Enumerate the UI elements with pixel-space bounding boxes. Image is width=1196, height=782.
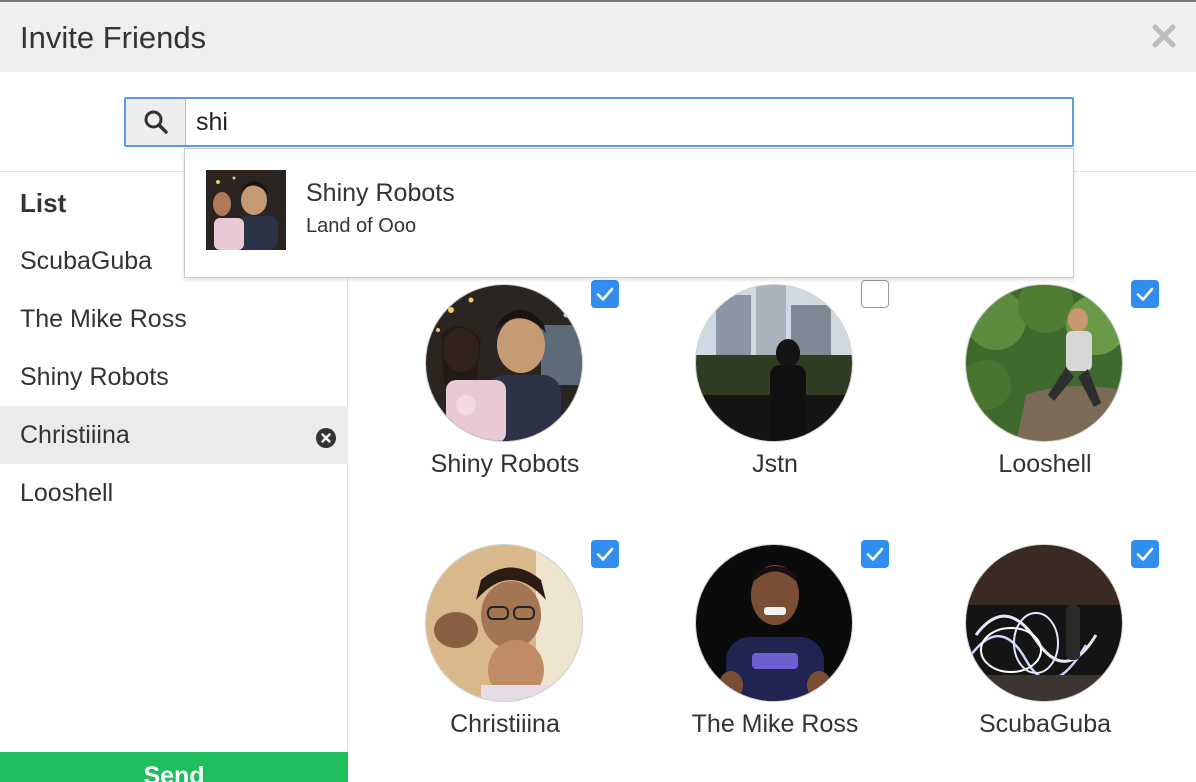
select-checkbox[interactable] (861, 540, 889, 568)
friend-name: ScubaGuba (978, 710, 1112, 738)
avatar (965, 544, 1123, 702)
avatar (695, 544, 853, 702)
list-item-label: Looshell (20, 478, 114, 507)
suggestion-item[interactable]: Shiny Robots Land of Ooo (185, 149, 1073, 277)
friend-name: The Mike Ross (691, 710, 859, 738)
list-heading: List (20, 188, 67, 218)
checkmark-icon (596, 547, 614, 561)
select-checkbox[interactable] (1131, 280, 1159, 308)
list-item-label: The Mike Ross (20, 304, 187, 333)
suggestion-thumbnail (206, 170, 286, 250)
list-item[interactable]: Shiny Robots (0, 348, 348, 406)
close-button[interactable] (1150, 22, 1178, 50)
search-box (124, 97, 1074, 147)
send-button[interactable]: Send (0, 752, 348, 782)
avatar (425, 284, 583, 442)
avatar (965, 284, 1123, 442)
checkmark-icon (1136, 287, 1154, 301)
suggestion-name: Shiny Robots (306, 179, 455, 207)
search-button[interactable] (126, 99, 186, 145)
select-checkbox[interactable] (861, 280, 889, 308)
checkmark-icon (866, 547, 884, 561)
select-checkbox[interactable] (591, 280, 619, 308)
close-icon (1152, 24, 1176, 48)
list-item-selected[interactable]: Christiiina (0, 406, 348, 464)
select-checkbox[interactable] (1131, 540, 1159, 568)
search-input[interactable] (186, 99, 1072, 145)
friend-name: Christiiina (450, 710, 560, 738)
select-checkbox[interactable] (591, 540, 619, 568)
list-item-label: Shiny Robots (20, 362, 169, 391)
dialog-title: Invite Friends (20, 20, 207, 55)
friend-name: Looshell (998, 450, 1092, 478)
friend-name: Jstn (752, 450, 798, 478)
list-item-label: ScubaGuba (20, 246, 153, 275)
suggestion-subtitle: Land of Ooo (306, 215, 417, 237)
remove-item-button[interactable] (316, 426, 336, 448)
checkmark-icon (1136, 547, 1154, 561)
search-suggestions: Shiny Robots Land of Ooo (184, 148, 1074, 278)
avatar (695, 284, 853, 442)
list-item[interactable]: Looshell (0, 464, 348, 522)
list-item-label: Christiiina (20, 420, 130, 449)
checkmark-icon (596, 287, 614, 301)
search-icon (144, 110, 168, 134)
remove-icon (316, 428, 336, 448)
dialog-header: Invite Friends (0, 0, 1196, 72)
friend-name: Shiny Robots (430, 450, 580, 478)
avatar (425, 544, 583, 702)
list-item[interactable]: The Mike Ross (0, 290, 348, 348)
